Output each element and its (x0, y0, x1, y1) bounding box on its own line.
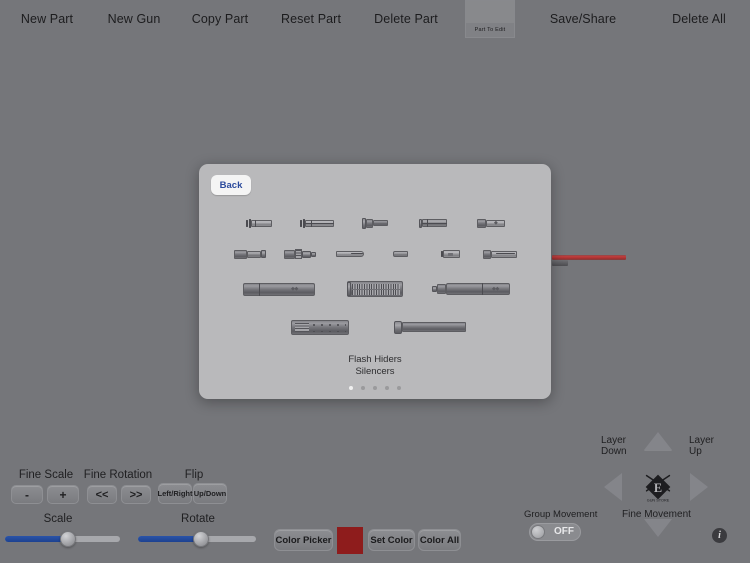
page-dot-1[interactable] (349, 386, 353, 390)
fine-rotation-cw-button[interactable]: >> (121, 485, 151, 504)
copy-part-button[interactable]: Copy Part (192, 12, 248, 26)
move-left-arrow-icon[interactable] (604, 473, 622, 501)
fine-scale-decrease-button[interactable]: - (11, 485, 43, 504)
layer-down-label: Layer Down (601, 435, 627, 457)
new-gun-button[interactable]: New Gun (108, 12, 161, 26)
fine-movement-label: Fine Movement (622, 509, 691, 520)
part-to-edit-label: Part To Edit (474, 27, 506, 33)
page-dot-2[interactable] (361, 386, 365, 390)
top-toolbar: New Part New Gun Copy Part Reset Part De… (0, 0, 750, 40)
fine-rotation-label: Fine Rotation (83, 469, 153, 481)
part-item[interactable] (346, 210, 404, 236)
page-indicator (199, 386, 551, 390)
info-icon[interactable]: i (712, 528, 727, 543)
color-picker-button[interactable]: Color Picker (274, 529, 333, 551)
move-up-arrow-icon[interactable] (644, 432, 672, 450)
layer-down-line-1: Layer (601, 435, 627, 446)
part-to-edit-preview[interactable]: Part To Edit (465, 0, 515, 38)
rotate-slider-knob[interactable] (192, 531, 209, 547)
scale-slider-fill (5, 536, 69, 542)
save-share-button[interactable]: Save/Share (550, 12, 616, 26)
layer-up-line-1: Layer (689, 435, 715, 446)
part-item[interactable] (225, 241, 275, 267)
rotate-slider-fill (138, 536, 201, 542)
flip-up-down-button[interactable]: Up/Down (193, 483, 227, 504)
part-to-edit-thumbnail (466, 1, 514, 23)
rotate-slider[interactable] (138, 531, 256, 547)
scale-label: Scale (43, 513, 73, 525)
svg-text:GUN STORE: GUN STORE (647, 498, 670, 502)
part-item[interactable] (375, 312, 485, 342)
group-movement-label: Group Movement (524, 509, 598, 520)
part-item[interactable]: ◆◆ (423, 274, 519, 304)
part-grid-row (199, 238, 551, 270)
part-grid: ◆ ◆◆ ◆◆ (199, 208, 551, 348)
page-dot-3[interactable] (373, 386, 377, 390)
back-button[interactable]: Back (211, 175, 251, 195)
part-item[interactable] (230, 210, 288, 236)
canvas-laser-mount[interactable] (552, 260, 568, 266)
layer-down-line-2: Down (601, 446, 627, 457)
part-item[interactable] (275, 241, 325, 267)
toggle-state-label: OFF (554, 526, 574, 537)
fine-rotation-ccw-button[interactable]: << (87, 485, 117, 504)
color-all-button[interactable]: Color All (418, 529, 461, 551)
toggle-knob (531, 525, 545, 539)
part-item[interactable] (265, 312, 375, 342)
part-grid-row (199, 308, 551, 346)
move-right-arrow-icon[interactable] (690, 473, 708, 501)
caption-line-1: Flash Hiders (348, 354, 402, 365)
category-caption: Flash Hiders Silencers (199, 354, 551, 377)
part-item[interactable] (475, 241, 525, 267)
part-item[interactable]: ◆ (462, 210, 520, 236)
part-item[interactable] (327, 274, 423, 304)
app-logo-icon[interactable]: E GUN STORE (639, 468, 677, 506)
part-item[interactable] (425, 241, 475, 267)
part-grid-row: ◆◆ ◆◆ (199, 270, 551, 308)
group-movement-toggle[interactable]: OFF (529, 523, 581, 541)
rotate-label: Rotate (181, 513, 215, 525)
part-item[interactable] (404, 210, 462, 236)
flip-label: Flip (184, 469, 204, 481)
flip-left-right-button[interactable]: Left/Right (158, 483, 193, 504)
layer-up-label: Layer Up (689, 435, 714, 457)
fine-scale-increase-button[interactable]: + (47, 485, 79, 504)
part-item[interactable]: ◆◆ (231, 274, 327, 304)
part-item[interactable] (325, 241, 375, 267)
new-part-button[interactable]: New Part (21, 12, 73, 26)
delete-all-button[interactable]: Delete All (672, 12, 726, 26)
set-color-button[interactable]: Set Color (368, 529, 415, 551)
part-picker-modal: Back ◆ ◆◆ ◆◆ Flash Hiders Silencers (199, 164, 551, 399)
page-dot-5[interactable] (397, 386, 401, 390)
current-color-swatch[interactable] (337, 527, 363, 554)
svg-text:E: E (654, 481, 662, 495)
fine-scale-label: Fine Scale (18, 469, 74, 481)
caption-line-2: Silencers (355, 365, 395, 377)
delete-part-button[interactable]: Delete Part (374, 12, 438, 26)
move-down-arrow-icon[interactable] (644, 519, 672, 537)
part-item[interactable] (288, 210, 346, 236)
reset-part-button[interactable]: Reset Part (281, 12, 341, 26)
part-grid-row: ◆ (199, 208, 551, 238)
layer-up-line-2: Up (689, 446, 702, 457)
part-item[interactable] (375, 241, 425, 267)
scale-slider-knob[interactable] (60, 531, 77, 547)
page-dot-4[interactable] (385, 386, 389, 390)
scale-slider[interactable] (5, 531, 120, 547)
